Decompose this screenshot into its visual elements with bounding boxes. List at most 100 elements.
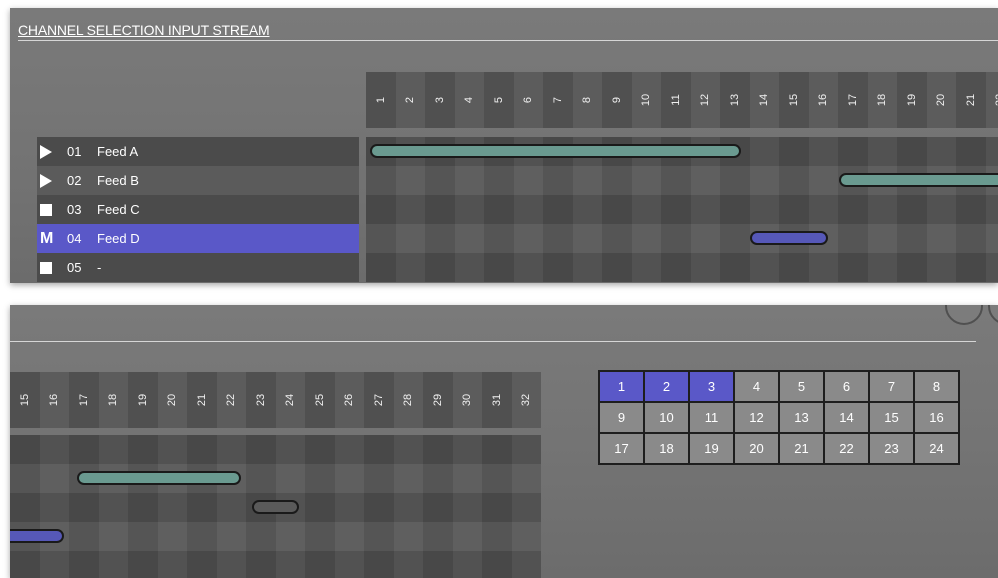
channel-column-header[interactable]: 32 [511,372,541,428]
grid-cell[interactable] [69,551,99,578]
grid-cell[interactable] [187,522,217,551]
channel-select-cell[interactable]: 20 [734,433,779,464]
checkbox-icon[interactable] [37,203,67,216]
grid-cell[interactable] [364,522,394,551]
grid-cell[interactable] [956,195,986,224]
channel-column-header[interactable]: 18 [98,372,128,428]
scroll-button-2[interactable] [988,305,998,325]
grid-cell[interactable] [187,435,217,464]
channel-column-header[interactable]: 21 [956,72,986,128]
grid-cell[interactable] [749,195,779,224]
channel-select-cell[interactable]: 21 [779,433,824,464]
channel-column-header[interactable]: 24 [275,372,305,428]
grid-cell[interactable] [425,224,455,253]
grid-cell[interactable] [926,137,956,166]
channel-column-header[interactable]: 23 [246,372,276,428]
grid-cell[interactable] [631,224,661,253]
channel-column-header[interactable]: 25 [305,372,335,428]
grid-cell[interactable] [543,195,573,224]
grid-cell[interactable] [366,253,396,282]
grid-cell[interactable] [452,522,482,551]
grid-cell[interactable] [395,195,425,224]
grid-cell[interactable] [779,166,809,195]
channel-column-header[interactable]: 11 [661,72,691,128]
grid-cell[interactable] [69,522,99,551]
grid-cell[interactable] [511,493,541,522]
grid-cell[interactable] [543,224,573,253]
monitor-marker[interactable]: M [37,230,67,248]
grid-cell[interactable] [216,522,246,551]
grid-cell[interactable] [423,435,453,464]
channel-select-cell[interactable]: 23 [869,433,914,464]
grid-cell[interactable] [246,551,276,578]
grid-cell[interactable] [808,195,838,224]
grid-cell[interactable] [690,224,720,253]
grid-cell[interactable] [246,522,276,551]
grid-cell[interactable] [572,224,602,253]
grid-cell[interactable] [98,435,128,464]
grid-cell[interactable] [838,195,868,224]
channel-column-header[interactable]: 19 [128,372,158,428]
channel-select-cell[interactable]: 9 [599,402,644,433]
channel-column-header[interactable]: 9 [602,72,632,128]
grid-cell[interactable] [423,464,453,493]
channel-column-header[interactable]: 16 [39,372,69,428]
grid-cell[interactable] [897,195,927,224]
grid-cell[interactable] [98,522,128,551]
channel-column-header[interactable]: 29 [423,372,453,428]
grid-cell[interactable] [128,435,158,464]
grid-cell[interactable] [454,166,484,195]
channel-column-header[interactable]: 13 [720,72,750,128]
channel-column-header[interactable]: 15 [10,372,40,428]
grid-cell[interactable] [128,493,158,522]
grid-cell[interactable] [513,224,543,253]
checkbox-icon[interactable] [37,261,67,274]
grid-cell[interactable] [484,166,514,195]
feed-c-channel-bar[interactable] [252,500,299,514]
grid-cell[interactable] [246,435,276,464]
channel-column-header[interactable]: 5 [484,72,514,128]
grid-cell[interactable] [305,464,335,493]
channel-column-header[interactable]: 20 [157,372,187,428]
grid-cell[interactable] [425,195,455,224]
grid-cell[interactable] [511,551,541,578]
channel-select-cell[interactable]: 6 [824,371,869,402]
channel-column-header[interactable]: 28 [393,372,423,428]
grid-cell[interactable] [926,253,956,282]
grid-cell[interactable] [482,522,512,551]
channel-select-cell[interactable]: 24 [914,433,959,464]
play-icon[interactable] [37,173,67,188]
channel-column-header[interactable]: 4 [454,72,484,128]
grid-cell[interactable] [572,166,602,195]
grid-cell[interactable] [631,166,661,195]
channel-select-cell[interactable]: 5 [779,371,824,402]
channel-select-cell[interactable]: 14 [824,402,869,433]
grid-cell[interactable] [275,464,305,493]
grid-cell[interactable] [98,551,128,578]
channel-column-header[interactable]: 12 [690,72,720,128]
grid-cell[interactable] [661,253,691,282]
grid-cell[interactable] [867,195,897,224]
grid-cell[interactable] [838,224,868,253]
grid-cell[interactable] [513,166,543,195]
grid-cell[interactable] [275,522,305,551]
grid-cell[interactable] [511,522,541,551]
grid-cell[interactable] [452,551,482,578]
grid-cell[interactable] [393,551,423,578]
channel-select-cell[interactable]: 15 [869,402,914,433]
grid-cell[interactable] [423,493,453,522]
channel-column-header[interactable]: 14 [749,72,779,128]
grid-cell[interactable] [366,195,396,224]
channel-column-header[interactable]: 26 [334,372,364,428]
channel-select-cell[interactable]: 7 [869,371,914,402]
grid-cell[interactable] [808,137,838,166]
grid-cell[interactable] [690,253,720,282]
grid-cell[interactable] [366,166,396,195]
channel-column-header[interactable]: 17 [838,72,868,128]
grid-cell[interactable] [926,195,956,224]
grid-cell[interactable] [128,551,158,578]
channel-column-header[interactable]: 21 [187,372,217,428]
grid-cell[interactable] [720,195,750,224]
grid-cell[interactable] [720,224,750,253]
grid-cell[interactable] [216,435,246,464]
